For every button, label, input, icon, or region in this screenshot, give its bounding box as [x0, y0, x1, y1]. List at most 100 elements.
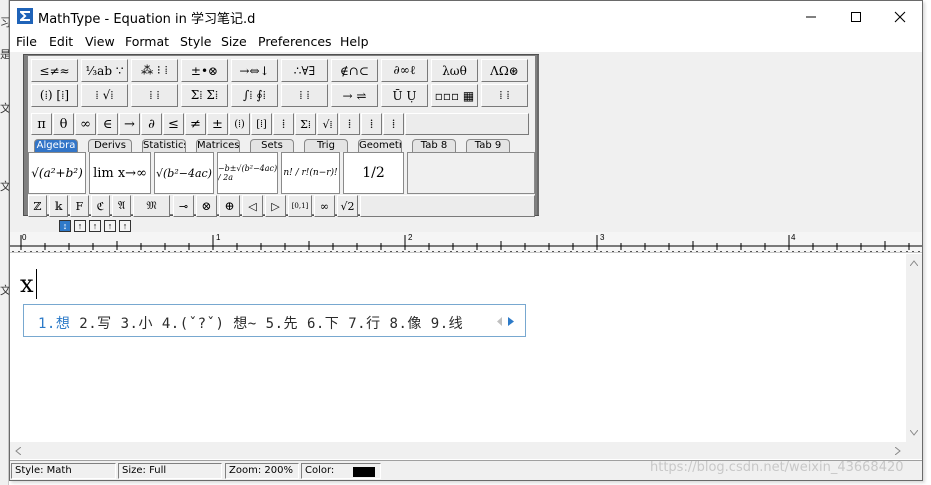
ime-candidate-list[interactable]: 2.写 3.小 4.(ˇ?ˇ) 想~ 5.先 6.下 7.行 8.像 9.线 — [79, 316, 463, 332]
menu-help[interactable]: Help — [340, 34, 369, 49]
menu-file[interactable]: File — [16, 34, 37, 49]
tab-matrices[interactable]: Matrices — [196, 139, 240, 152]
menu-style[interactable]: Style — [180, 34, 211, 49]
palette-spaces[interactable]: ⅓ab ∵ — [81, 59, 128, 82]
template-summation[interactable]: Σ⁞ — [295, 113, 316, 135]
symbol-blackboard-k[interactable]: 𝕜 — [49, 195, 68, 217]
menu-preferences[interactable]: Preferences — [258, 34, 332, 49]
palette-relations[interactable]: ≤≠≈ — [31, 59, 78, 82]
symbol-interval[interactable]: [0,1] — [288, 195, 312, 217]
tab-sets[interactable]: Sets — [250, 139, 294, 152]
palette-operators[interactable]: ±•⊗ — [181, 59, 228, 82]
size-toggle-fit[interactable]: ↕ — [59, 220, 71, 232]
symbol-right-triangle[interactable]: ▷ — [265, 195, 286, 217]
palette-summations[interactable]: Σ⁞ Σ⁞ — [181, 84, 228, 107]
vertical-scrollbar[interactable] — [906, 254, 922, 442]
ime-candidate-window[interactable]: 1.想 2.写 3.小 4.(ˇ?ˇ) 想~ 5.先 6.下 7.行 8.像 9… — [23, 304, 526, 337]
symbol-multimap[interactable]: ⊸ — [173, 195, 194, 217]
palette-arrows[interactable]: →⇔↓ — [231, 59, 278, 82]
symbol-left-triangle[interactable]: ◁ — [242, 195, 263, 217]
template-subscript[interactable]: ⁞ — [361, 113, 382, 135]
palette-fences[interactable]: (⁞) [⁞] — [31, 84, 78, 107]
equation-text[interactable]: x — [20, 270, 34, 298]
scroll-down-icon[interactable] — [910, 430, 918, 436]
palette-integrals[interactable]: ∫⁞ ∮⁞ — [231, 84, 278, 107]
menu-edit[interactable]: Edit — [49, 34, 73, 49]
symbol-fraktur-c[interactable]: ℭ — [91, 195, 110, 217]
menu-view[interactable]: View — [85, 34, 115, 49]
template-brackets[interactable]: [⁞] — [251, 113, 272, 135]
horizontal-scrollbar[interactable] — [10, 442, 906, 459]
scroll-right-icon[interactable] — [895, 447, 901, 455]
template-fraction[interactable]: ⁞ — [273, 113, 294, 135]
size-toggle-5[interactable]: ↑ — [119, 220, 131, 232]
symbol-plus-minus[interactable]: ± — [207, 113, 228, 135]
title-bar[interactable]: MathType - Equation in 学习笔记.d — [10, 1, 922, 32]
ruler[interactable]: 0 1 2 3 4 — [10, 232, 922, 253]
close-button[interactable] — [877, 1, 922, 32]
ime-candidate-first[interactable]: 1.想 — [38, 316, 70, 332]
palette-fractions-radicals[interactable]: ⁞ √⁞ — [81, 84, 128, 107]
palette-subscripts[interactable]: ⁞ ⁞ — [131, 84, 178, 107]
ime-candidates[interactable]: 1.想 2.写 3.小 4.(ˇ?ˇ) 想~ 5.先 6.下 7.行 8.像 9… — [38, 313, 463, 333]
maximize-button[interactable] — [833, 1, 878, 32]
palette-boxes[interactable]: ⁞ ⁞ — [481, 84, 528, 107]
symbol-empty-slot-2[interactable] — [360, 195, 535, 217]
symbol-pi[interactable]: π — [31, 113, 52, 135]
tab-algebra[interactable]: Algebra — [34, 139, 78, 152]
tab-9[interactable]: Tab 9 — [466, 139, 510, 152]
template-subsuperscript[interactable]: ⁞ — [383, 113, 404, 135]
tab-derivs[interactable]: Derivs — [88, 139, 132, 152]
symbol-partial[interactable]: ∂ — [141, 113, 162, 135]
template-empty-slot[interactable] — [407, 152, 535, 194]
ime-next-icon[interactable] — [508, 317, 514, 326]
size-toggle-2[interactable]: ↑ — [74, 220, 86, 232]
symbol-theta[interactable]: θ — [53, 113, 74, 135]
symbol-fraktur-m[interactable]: 𝔐 — [133, 195, 170, 217]
symbol-sqrt-2[interactable]: √2 — [337, 195, 358, 217]
symbol-infinity-2[interactable]: ∞ — [314, 195, 335, 217]
palette-labeled-arrows[interactable]: → ⇌ — [331, 84, 378, 107]
template-combination[interactable]: n! / r!(n−r)! — [281, 152, 340, 194]
scroll-up-icon[interactable] — [910, 260, 918, 266]
palette-greek-lower[interactable]: λωθ — [431, 59, 478, 82]
symbol-empty-slot[interactable] — [405, 113, 529, 135]
equation-editor[interactable]: x 1.想 2.写 3.小 4.(ˇ?ˇ) 想~ 5.先 6.下 7.行 8.像… — [10, 254, 906, 442]
palette-bars[interactable]: ⁞ ⁞ — [281, 84, 328, 107]
palette-greek-upper[interactable]: ΛΩ⊛ — [481, 59, 528, 82]
symbol-neq[interactable]: ≠ — [185, 113, 206, 135]
palette-sets[interactable]: ∉∩⊂ — [331, 59, 378, 82]
symbol-fraktur-a[interactable]: 𝔄 — [112, 195, 131, 217]
template-quadratic-formula[interactable]: −b±√(b²−4ac) / 2a — [217, 152, 278, 194]
symbol-integers[interactable]: ℤ — [28, 195, 47, 217]
template-hypotenuse[interactable]: √(a²+b²) — [28, 152, 86, 194]
tab-statistics[interactable]: Statistics — [142, 139, 186, 152]
template-one-half[interactable]: 1/2 — [343, 152, 404, 194]
template-radical[interactable]: √⁞ — [317, 113, 338, 135]
template-discriminant[interactable]: √(b²−4ac) — [154, 152, 214, 194]
symbol-right-arrow[interactable]: → — [119, 113, 140, 135]
tab-8[interactable]: Tab 8 — [412, 139, 456, 152]
scroll-left-icon[interactable] — [15, 447, 21, 455]
palette-logic[interactable]: ∴∀∃ — [281, 59, 328, 82]
palette-embellishments[interactable]: ⁂ ⁝ ⁞ — [131, 59, 178, 82]
palette-matrices[interactable]: ▫▫▫ ▦ — [431, 84, 478, 107]
symbol-f[interactable]: F — [70, 195, 89, 217]
symbol-element-of[interactable]: ∈ — [97, 113, 118, 135]
template-limit[interactable]: lim x→∞ — [89, 152, 151, 194]
symbol-infinity[interactable]: ∞ — [75, 113, 96, 135]
size-toggle-4[interactable]: ↑ — [104, 220, 116, 232]
ime-prev-icon[interactable] — [497, 317, 503, 326]
template-superscript[interactable]: ⁞ — [339, 113, 360, 135]
symbol-otimes[interactable]: ⊗ — [196, 195, 217, 217]
symbol-oplus[interactable]: ⊕ — [219, 195, 240, 217]
menu-format[interactable]: Format — [125, 34, 169, 49]
symbol-leq[interactable]: ≤ — [163, 113, 184, 135]
palette-misc[interactable]: ∂∞ℓ — [381, 59, 428, 82]
minimize-button[interactable] — [788, 1, 833, 32]
menu-size[interactable]: Size — [221, 34, 247, 49]
size-toggle-3[interactable]: ↑ — [89, 220, 101, 232]
tab-geometry[interactable]: Geometry — [358, 139, 402, 152]
template-parentheses[interactable]: (⁞) — [229, 113, 250, 135]
palette-products[interactable]: Ū Ụ — [381, 84, 428, 107]
